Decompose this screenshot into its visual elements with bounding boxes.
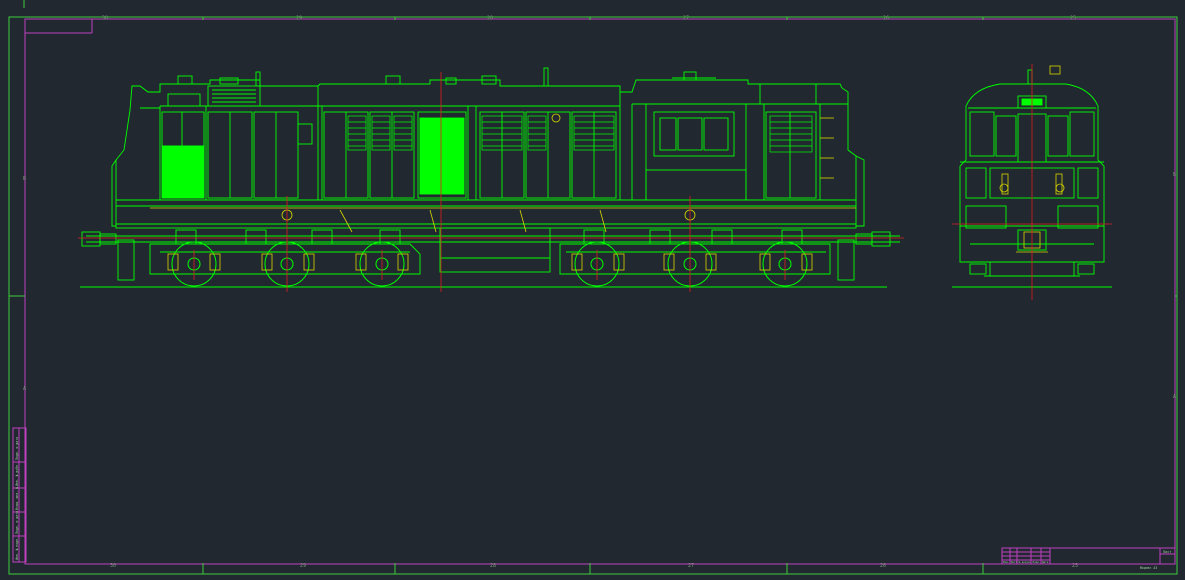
top-zone-label: 25 — [1070, 16, 1076, 22]
title-block-format: Формат А3 — [1140, 566, 1157, 570]
title-block: Лист Изм. Лист № докум. Подп. Дата Форма… — [1001, 547, 1176, 570]
bottom-zone-label: 27 — [688, 563, 694, 569]
left-zone-label: Б — [23, 176, 26, 182]
cad-drawing-canvas[interactable]: 30 29 28 27 26 25 30 29 28 27 26 25 Б А … — [0, 0, 1185, 580]
stamp-label: Подп. и дата — [15, 511, 19, 534]
right-zone-label: Б — [1173, 172, 1176, 178]
title-block-sheet-label: Лист — [1163, 550, 1171, 554]
front-view-centerlines — [952, 64, 1112, 300]
side-stamp: Инв. № подл. Подп. и дата Взам. инв. № И… — [12, 427, 27, 563]
top-zone-label: 26 — [883, 16, 889, 22]
top-zone-label: 30 — [102, 16, 108, 22]
title-block-sign-row: Изм. Лист № докум. Подп. Дата — [1003, 560, 1049, 564]
right-zone-label: А — [1173, 394, 1176, 400]
side-view-wheels — [171, 241, 808, 287]
top-zone-label: 28 — [487, 16, 493, 22]
bottom-zone-label: 26 — [880, 563, 886, 569]
stamp-label: Подп. и дата — [15, 437, 19, 460]
bottom-zone-label: 29 — [300, 563, 306, 569]
stamp-label: Инв. № подл. — [15, 537, 19, 560]
top-zone-label: 29 — [296, 16, 302, 22]
stamp-label: Инв. № дубл. — [14, 463, 19, 486]
top-zone-label: 27 — [683, 16, 689, 22]
bottom-zone-label: 30 — [110, 563, 116, 569]
left-zone-label: А — [23, 386, 26, 392]
bottom-zone-label: 28 — [490, 563, 496, 569]
side-view-details — [150, 113, 856, 271]
locomotive-side-view[interactable] — [80, 67, 900, 288]
stamp-label: Взам. инв. № — [15, 487, 19, 510]
